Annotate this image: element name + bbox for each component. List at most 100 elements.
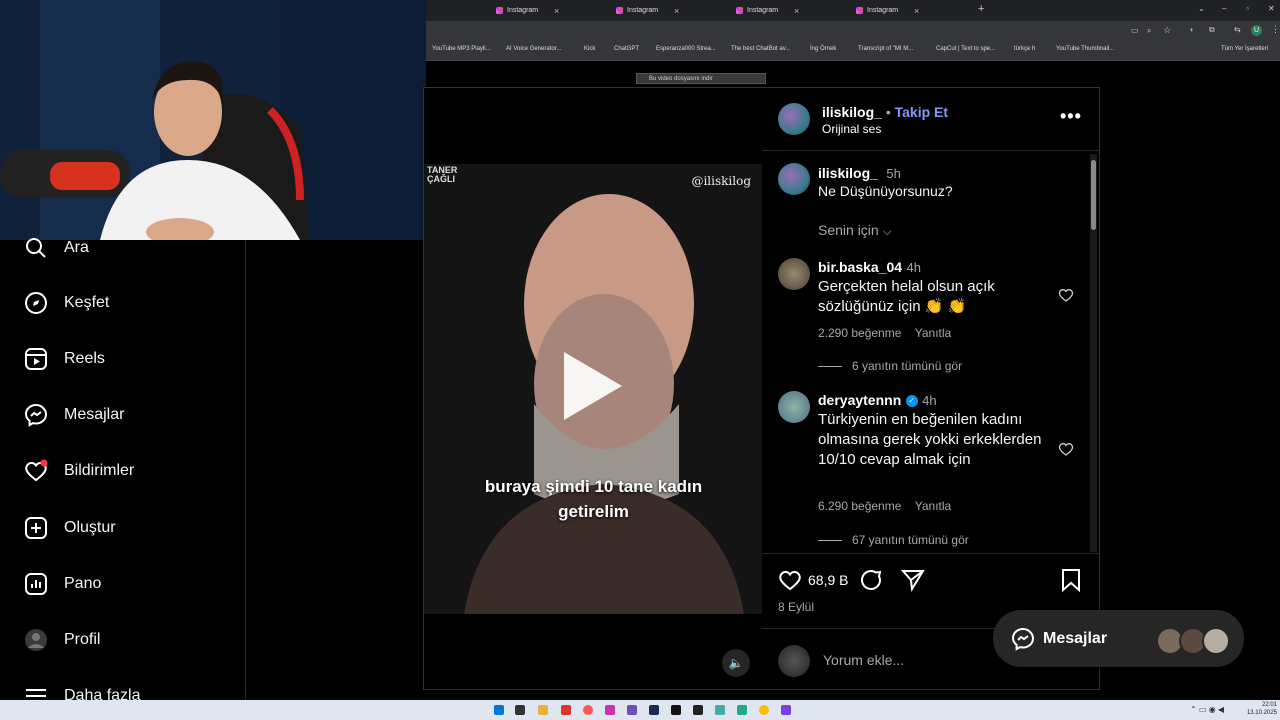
kebab-menu-icon[interactable]: ⋮ [1271,24,1280,35]
replies-divider [818,539,842,541]
like-icon[interactable] [778,568,802,597]
capcut-icon[interactable] [693,705,703,715]
search-icon [26,238,46,258]
bookmark-item[interactable]: YouTube Thumbnail... [1056,46,1114,52]
sidebar-item-profile[interactable]: Profil [24,628,100,652]
bookmark-star-icon[interactable]: ☆ [1163,25,1171,36]
sidebar-item-explore[interactable]: Keşfet [24,291,109,315]
sidebar-item-reels[interactable]: Reels [24,347,105,371]
app-icon[interactable] [627,705,637,715]
zoom-icon[interactable]: ⌕ [1147,26,1151,36]
comment-username[interactable]: bir.baska_04 [818,259,902,275]
reply-button[interactable]: Yanıtla [915,326,951,340]
share-icon[interactable] [900,568,925,597]
browser-tab[interactable]: Instagram × [856,3,919,18]
comment-avatar[interactable] [778,391,810,423]
tiktok-icon[interactable] [671,705,681,715]
profile-avatar[interactable]: U [1251,25,1262,36]
bookmark-item[interactable]: Esperanza000 Strea... [656,46,716,52]
caption-username[interactable]: iliskilog_ [818,165,878,181]
app-icon[interactable] [737,705,747,715]
new-tab-button[interactable]: + [978,3,984,15]
view-replies-button[interactable]: 67 yanıtın tümünü gör [818,533,969,547]
sidebar-item-notifications[interactable]: Bildirimler [24,459,134,483]
separator-dot: • [885,104,891,120]
bookmark-item[interactable]: YouTube MP3 Playli... [432,46,491,52]
post-author-avatar[interactable] [778,103,810,135]
bookmark-item[interactable]: AI Voice Generator... [506,46,561,52]
file-explorer-icon[interactable] [538,705,548,715]
opera-icon[interactable] [583,705,593,715]
chrome-icon[interactable] [759,705,769,715]
comment-avatar[interactable] [778,258,810,290]
bookmark-item[interactable]: Transcript of "MI M... [858,46,913,52]
comment-time: 4h [922,393,937,408]
audio-label[interactable]: Orijinal ses [822,122,881,136]
post-author-line: iliskilog_ • Takip Et [822,104,948,120]
app-icon[interactable] [781,705,791,715]
comment-likes[interactable]: 6.290 beğenme [818,499,901,513]
bookmark-item[interactable]: CapCut | Text to spe... [936,46,995,52]
sidebar-item-messages[interactable]: Mesajlar [24,403,124,427]
download-video-banner[interactable]: Bu video dosyasını indir [636,73,766,84]
bookmark-item[interactable]: Kick [584,46,595,52]
comment-like-icon[interactable] [1058,441,1074,462]
app-icon[interactable] [561,705,571,715]
system-tray-icons[interactable]: ⌃ ▭ ◉ ◀ [1190,705,1224,714]
start-icon[interactable] [494,705,504,715]
bookmark-item[interactable]: The best ChatBot av... [731,46,790,52]
post-author-username[interactable]: iliskilog_ [822,104,882,120]
sidebar-item-search[interactable]: Ara [24,236,89,260]
follow-button[interactable]: Takip Et [895,104,948,120]
close-tab-icon[interactable]: × [914,6,919,16]
messages-popup[interactable]: Mesajlar [993,610,1244,667]
comment-likes[interactable]: 2.290 beğenme [818,326,901,340]
task-view-icon[interactable] [515,705,525,715]
minimize-button[interactable]: – [1222,4,1226,13]
tab-search-icon[interactable]: ⌄ [1198,4,1205,13]
cast-icon[interactable]: ▭ [1131,26,1139,35]
close-tab-icon[interactable]: × [674,6,679,16]
bookmark-item[interactable]: türkçe h [1014,46,1035,52]
window-close-button[interactable]: ✕ [1268,4,1275,13]
view-replies-button[interactable]: 6 yanıtın tümünü gör [818,359,962,373]
caption-avatar[interactable] [778,163,810,195]
browser-tab[interactable]: Instagram × [616,3,679,18]
app-icon[interactable] [715,705,725,715]
video-frame[interactable]: TANER ÇAĞLI @iliskilog buraya şimdi 10 t… [424,164,763,614]
reel-video-panel[interactable]: TANER ÇAĞLI @iliskilog buraya şimdi 10 t… [423,87,764,690]
instagram-app-icon[interactable] [605,705,615,715]
save-icon[interactable] [1060,568,1082,597]
comment-time: 4h [906,260,921,275]
bookmark-item[interactable]: ChatGPT [614,46,639,52]
sidebar-item-create[interactable]: Oluştur [24,516,116,540]
verified-badge-icon: ✓ [905,394,918,407]
browser-tab[interactable]: Instagram × [496,3,559,18]
more-options-icon[interactable]: ••• [1060,106,1082,127]
comment-like-icon[interactable] [1058,287,1074,308]
volume-icon[interactable]: 🔈 [722,649,750,677]
comment-input[interactable]: Yorum ekle... [823,652,904,668]
clock[interactable]: 22:01 13.10.2025 [1245,701,1277,717]
extension-icon[interactable]: ◖ [1189,25,1194,34]
like-count[interactable]: 68,9 B [808,572,848,588]
comment-username[interactable]: deryaytennn [818,392,901,408]
maximize-button[interactable]: ▫ [1246,4,1249,13]
bookmark-item[interactable]: Tüm Yer İşaretleri [1221,46,1268,52]
comment-icon[interactable] [859,568,883,597]
bookmark-item[interactable]: İng Örnek [810,46,836,52]
sort-dropdown[interactable]: Senin için ⌵ [818,222,892,239]
photoshop-icon[interactable] [649,705,659,715]
browser-tab[interactable]: Instagram × [736,3,799,18]
sidebar-item-dashboard[interactable]: Pano [24,572,101,596]
close-tab-icon[interactable]: × [794,6,799,16]
replies-divider [818,365,842,367]
extensions-icon[interactable]: ⧉ [1209,25,1215,35]
close-tab-icon[interactable]: × [554,6,559,16]
reply-button[interactable]: Yanıtla [915,499,951,513]
play-icon[interactable] [564,352,622,420]
comments-scrollbar[interactable] [1090,154,1097,552]
settings-icon[interactable]: ⇆ [1234,25,1241,34]
instagram-icon [616,7,623,14]
scrollbar-thumb[interactable] [1091,160,1096,230]
